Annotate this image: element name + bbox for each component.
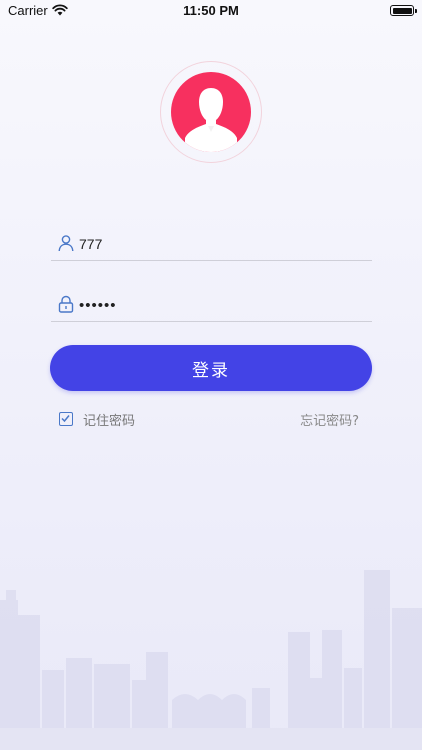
remember-password-toggle[interactable]: 记住密码 [59,410,136,429]
password-input[interactable] [79,293,359,317]
city-skyline-illustration [0,570,422,750]
clock: 11:50 PM [183,3,239,18]
user-icon [58,235,74,252]
username-input[interactable] [79,232,359,256]
battery-icon [390,5,417,16]
password-field [51,289,372,322]
avatar[interactable] [171,72,251,152]
username-field [51,228,372,261]
status-bar: Carrier 11:50 PM [0,0,422,22]
checkbox-checked-icon[interactable] [59,412,73,426]
remember-password-label: 记住密码 [83,413,136,429]
login-button[interactable]: 登录 [50,345,372,391]
lock-icon [58,295,74,313]
forgot-password-link[interactable]: 忘记密码? [300,410,359,429]
user-silhouette-icon [185,88,237,152]
